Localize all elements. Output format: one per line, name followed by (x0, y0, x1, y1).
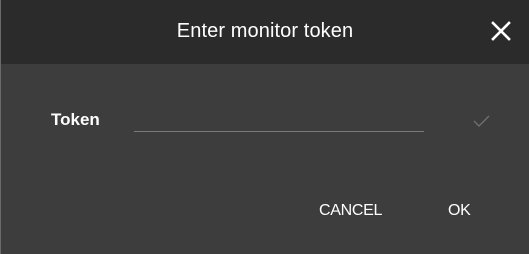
monitor-token-dialog: Enter monitor token Token CANCEL OK (0, 0, 529, 254)
checkmark-icon[interactable] (471, 113, 491, 129)
token-input[interactable] (134, 104, 424, 132)
cancel-button[interactable]: CANCEL (319, 202, 382, 220)
ok-button[interactable]: OK (448, 202, 471, 220)
token-label: Token (51, 110, 100, 129)
dialog-title: Enter monitor token (176, 20, 354, 42)
close-icon[interactable] (491, 21, 511, 41)
dialog-titlebar: Enter monitor token (1, 0, 529, 64)
